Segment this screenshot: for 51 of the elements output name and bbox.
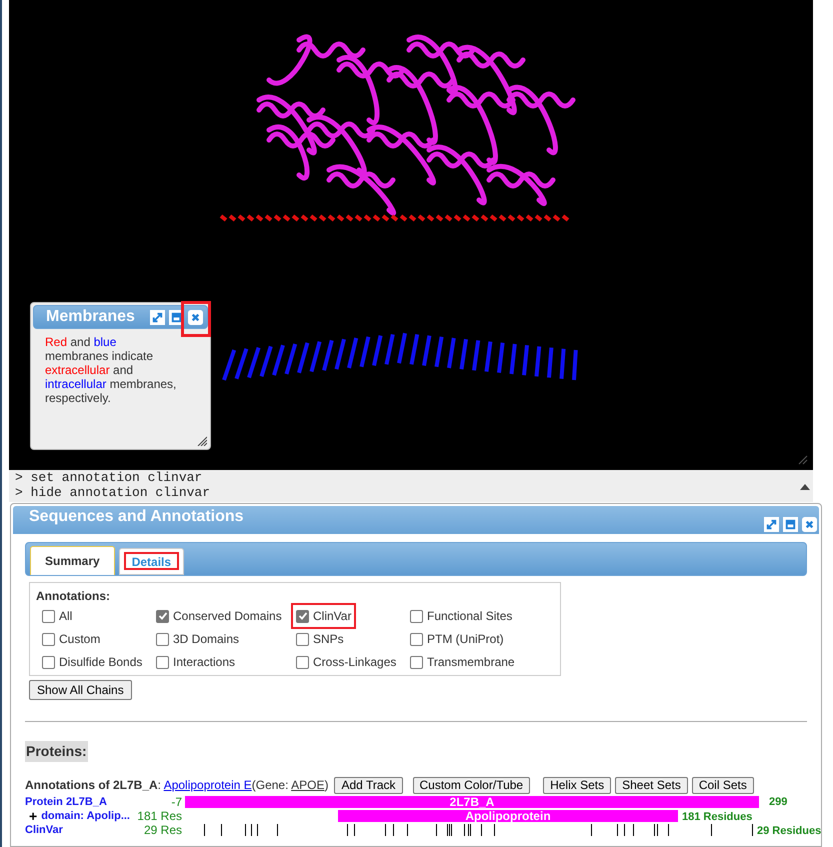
membranes-description: Red and blue membranes indicate extracellular and intracellular membranes, respectively. — [44, 334, 178, 405]
annotation-checkbox[interactable]: All — [42, 607, 76, 625]
toolbar-button[interactable]: Coil Sets — [692, 776, 754, 794]
track-name[interactable]: Protein 2L7B_A — [25, 794, 107, 810]
residue-count: 29 Res — [142, 822, 182, 839]
annotation-checkbox[interactable]: Cross-Linkages — [296, 653, 400, 671]
resize-grip-icon[interactable] — [798, 456, 808, 464]
minimize-icon[interactable] — [783, 516, 798, 532]
expand-icon[interactable] — [764, 516, 779, 532]
annotation-checkbox[interactable]: SNPs — [296, 630, 347, 648]
annotation-checkbox[interactable]: Custom — [42, 630, 104, 648]
tab[interactable]: Summary — [30, 546, 115, 575]
check-icon — [158, 611, 168, 621]
residue-count: 181 Res — [137, 808, 182, 825]
panel-title: Sequences and Annotations — [29, 507, 245, 527]
popup-title: Membranes — [46, 307, 136, 327]
residue-end: 29 Residues — [757, 824, 822, 839]
close-icon[interactable] — [188, 310, 203, 324]
console-line: > hide annotation clinvar — [15, 485, 210, 500]
annotation-checkbox[interactable]: ClinVar — [296, 607, 354, 625]
track-name[interactable]: ClinVar — [25, 822, 63, 838]
proteins-heading: Proteins: — [25, 741, 88, 762]
annotations-title: Annotations of 2L7B_A: Apolipoprotein E(Gene: APOE) — [25, 777, 328, 794]
annotations-label: Annotations: — [36, 588, 111, 605]
protein-link[interactable]: Apolipoprotein E — [164, 778, 252, 792]
close-icon[interactable] — [802, 516, 817, 532]
gene-link[interactable]: APOE — [291, 778, 324, 792]
annotation-checkbox[interactable]: Functional Sites — [410, 607, 516, 625]
expand-icon[interactable] — [150, 310, 165, 324]
annotation-checkbox[interactable]: Conserved Domains — [156, 607, 285, 625]
console-line: > set annotation clinvar — [15, 470, 202, 485]
annotation-checkbox[interactable]: PTM (UniProt) — [410, 630, 507, 648]
toolbar-button[interactable]: Add Track — [334, 776, 402, 794]
resize-grip-icon[interactable] — [197, 436, 207, 446]
track-name[interactable]: domain: Apolip... — [41, 808, 130, 824]
residue-count: -7 — [170, 794, 182, 811]
toolbar-button[interactable]: Helix Sets — [543, 776, 612, 794]
annotation-checkbox[interactable]: 3D Domains — [156, 630, 242, 648]
toolbar-button[interactable]: Custom Color/Tube — [412, 776, 530, 794]
check-icon — [298, 611, 308, 621]
annotation-checkbox[interactable]: Transmembrane — [410, 653, 518, 671]
molecule-viewer[interactable]: Membranes Red and blue membranes indicate extracellular and intracellular membranes, respectively. — [9, 0, 813, 470]
toolbar-button[interactable]: Sheet Sets — [615, 776, 688, 794]
tab[interactable]: Details — [118, 548, 184, 575]
command-console[interactable]: > set annotation clinvar > hide annotation clinvar — [9, 470, 813, 502]
show-all-chains-button[interactable]: Show All Chains — [29, 680, 132, 700]
expand-toggle[interactable]: + — [25, 810, 38, 822]
residue-end: 299 — [769, 794, 788, 810]
residue-end: 181 Residues — [682, 810, 752, 825]
annotation-checkbox[interactable]: Interactions — [156, 653, 238, 671]
annotation-checkbox[interactable]: Disulfide Bonds — [42, 653, 146, 671]
